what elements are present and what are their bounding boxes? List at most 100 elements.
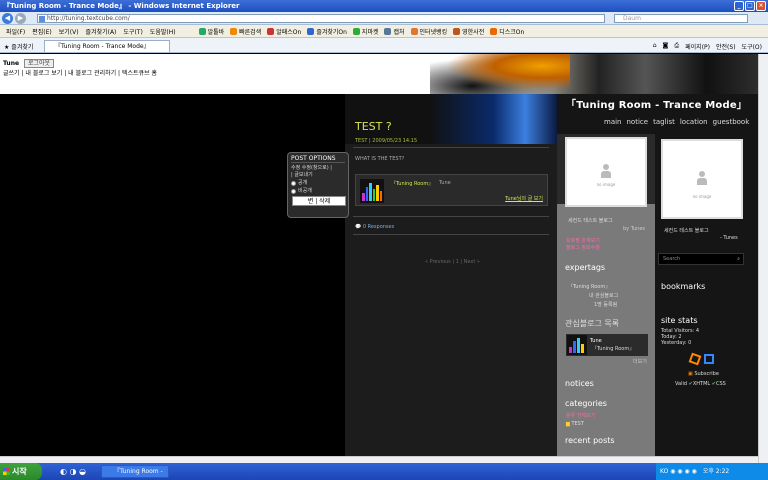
stat-yesterday: Yesterday: 0 xyxy=(661,340,692,346)
menu-view[interactable]: 보기(V) xyxy=(59,27,79,36)
sidebar-search-input[interactable]: Search ⌕ xyxy=(658,253,744,265)
print-icon[interactable]: ⎙ xyxy=(674,42,679,51)
close-button[interactable]: × xyxy=(756,1,766,11)
menu-edit[interactable]: 편집(E) xyxy=(32,27,52,36)
banking-icon xyxy=(410,27,418,35)
profile-image[interactable]: no image xyxy=(661,139,743,219)
trackback-user: Tune xyxy=(439,180,451,186)
expertags-heading: expertags xyxy=(565,263,606,272)
quicklaunch-icons[interactable]: ◐ ◑ ◒ xyxy=(60,467,86,476)
nav-guestbook[interactable]: guestbook xyxy=(713,118,750,126)
css-link[interactable]: CSS xyxy=(716,381,726,387)
nav-main[interactable]: main xyxy=(604,118,622,126)
radio-icon xyxy=(291,188,296,194)
menu-tools[interactable]: 도구(T) xyxy=(123,27,142,36)
subscribe-link[interactable]: ▣ Subscribe xyxy=(688,371,719,377)
capture-icon xyxy=(384,27,392,35)
cmd-page[interactable]: 페이지(P) xyxy=(685,42,710,51)
post-meta: TEST | 2009/05/23 14:15 xyxy=(355,138,418,144)
search-icon[interactable]: ⌕ xyxy=(737,254,740,265)
altoolbar-icon xyxy=(198,27,206,35)
site-stats-heading: site stats xyxy=(661,316,698,325)
profile-link[interactable]: 블로그 정보수정 xyxy=(566,244,600,251)
responses-link[interactable]: 💬 0 Responses xyxy=(355,224,394,230)
menu-help[interactable]: 도움말(H) xyxy=(150,27,176,36)
nav-notice[interactable]: notice xyxy=(627,118,649,126)
search-input[interactable]: Daum xyxy=(614,14,748,23)
radio-private[interactable]: 비공개 xyxy=(291,187,345,195)
expertag-item[interactable]: 내 관심블로그 xyxy=(589,292,618,299)
cmd-safety[interactable]: 안전(S) xyxy=(716,42,736,51)
toolbar-favon[interactable]: 즐겨찾기On xyxy=(307,27,347,36)
bookmarks-heading: bookmarks xyxy=(661,282,706,291)
folder-icon: ▆ xyxy=(566,421,570,427)
interest-blog-card[interactable]: Tune 『Tuning Room』 xyxy=(566,334,648,356)
equalizer-icon xyxy=(567,335,587,355)
maximize-button[interactable]: □ xyxy=(745,1,755,11)
blog-bar: Tune 로그아웃 xyxy=(3,58,55,68)
toolbar-alpass[interactable]: 알패스On xyxy=(267,27,301,36)
menu-bar: 파일(F) 편집(E) 보기(V) 즐겨찾기(A) 도구(T) 도움말(H) 알… xyxy=(0,25,768,38)
main-content: TEST ? TEST | 2009/05/23 14:15 WHAT IS T… xyxy=(345,94,557,463)
window-title: 『Tuning Room - Trance Mode』 - Windows In… xyxy=(3,2,240,10)
toolbar-banking[interactable]: 인터넷뱅킹 xyxy=(410,27,447,36)
post-body: WHAT IS THE TEST? xyxy=(355,156,405,162)
category-test[interactable]: ▆ TEST xyxy=(566,421,584,427)
toolbar-capture[interactable]: 캡처 xyxy=(384,27,405,36)
blog-links[interactable]: 글쓰기 | 내 블로그 보기 | 내 블로그 관리하기 | 텍스트큐브 홈 xyxy=(3,68,157,77)
feed-icon[interactable]: ◙ xyxy=(663,42,669,51)
tab-current[interactable]: 『Tuning Room - Trance Mode』 xyxy=(44,40,170,52)
menu-favorites[interactable]: 즐겨찾기(A) xyxy=(86,27,117,36)
toolbar-quicksearch[interactable]: 빠른검색 xyxy=(230,27,261,36)
trackback-link[interactable]: Tune님의 글 보기 xyxy=(505,195,543,202)
xhtml-link[interactable]: XHTML xyxy=(693,381,710,387)
interest-more-link[interactable]: 더보기 xyxy=(633,358,647,365)
logout-button[interactable]: 로그아웃 xyxy=(23,59,55,68)
expertag-item[interactable]: 『Tuning Room』 xyxy=(568,283,610,290)
post-title[interactable]: TEST ? xyxy=(355,120,392,133)
menu-file[interactable]: 파일(F) xyxy=(6,27,25,36)
back-icon[interactable]: ◀ xyxy=(2,13,13,24)
category-all[interactable]: 분류 전체보기 xyxy=(566,412,595,419)
minimize-button[interactable]: _ xyxy=(734,1,744,11)
radio-icon xyxy=(291,180,296,186)
task-ie-window[interactable]: 『Tuning Room - ... xyxy=(101,465,169,478)
gmarket-icon xyxy=(352,27,360,35)
url-input[interactable]: http://tuning.textcube.com/ xyxy=(37,14,605,23)
notices-heading: notices xyxy=(565,379,594,388)
forward-icon[interactable]: ▶ xyxy=(15,13,26,24)
person-icon xyxy=(697,171,707,185)
favorites-button[interactable]: ★ 즐겨찾기 xyxy=(4,42,33,51)
recent-posts-heading: recent posts xyxy=(565,436,615,445)
start-button[interactable]: 시작 xyxy=(0,463,42,480)
post-options-popup: POST OPTIONS 수정 수정(창으로) | | 글보내기 공개 비공개 … xyxy=(287,152,349,218)
top-nav: main notice taglist location guestbook xyxy=(604,118,749,126)
interest-heading: 관심블로그 목록 xyxy=(565,319,620,328)
rss-icon: ▣ xyxy=(688,371,693,377)
quicksearch-icon xyxy=(230,27,238,35)
profile-link[interactable]: 프로필 관계보기 xyxy=(566,237,600,244)
cmd-tools[interactable]: 도구(O) xyxy=(742,42,762,51)
profile-image[interactable]: no image xyxy=(565,137,647,207)
toolbar-altoolbar[interactable]: 알툴바 xyxy=(198,27,224,36)
content-header-art xyxy=(345,94,557,144)
window-titlebar: 『Tuning Room - Trance Mode』 - Windows In… xyxy=(0,0,768,12)
blog-brand[interactable]: 「Tuning Room - Trance Mode」 xyxy=(566,96,747,111)
pagination[interactable]: « Previous | 1 | Next » xyxy=(425,259,480,265)
edit-button[interactable]: 변 xyxy=(308,198,314,205)
nav-taglist[interactable]: taglist xyxy=(653,118,675,126)
send-link[interactable]: | 글보내기 xyxy=(291,172,345,179)
edit-links[interactable]: 수정 수정(창으로) | xyxy=(291,165,345,172)
nav-location[interactable]: location xyxy=(680,118,708,126)
home-icon[interactable]: ⌂ xyxy=(653,42,657,51)
favon-icon xyxy=(307,27,315,35)
toolbar-gmarket[interactable]: 지마켓 xyxy=(352,27,378,36)
horizontal-scrollbar[interactable] xyxy=(0,456,758,463)
vertical-scrollbar[interactable] xyxy=(758,54,768,463)
delete-button[interactable]: 삭제 xyxy=(319,198,330,205)
radio-public[interactable]: 공개 xyxy=(291,179,345,187)
toolbar-dictionary[interactable]: 영한사전 xyxy=(453,27,484,36)
toolbar-diskon[interactable]: 디스크On xyxy=(490,27,524,36)
trackback-title[interactable]: 『Tuning Room』 xyxy=(391,180,433,187)
web-page: Tune 로그아웃 글쓰기 | 내 블로그 보기 | 내 블로그 관리하기 | … xyxy=(0,54,768,463)
